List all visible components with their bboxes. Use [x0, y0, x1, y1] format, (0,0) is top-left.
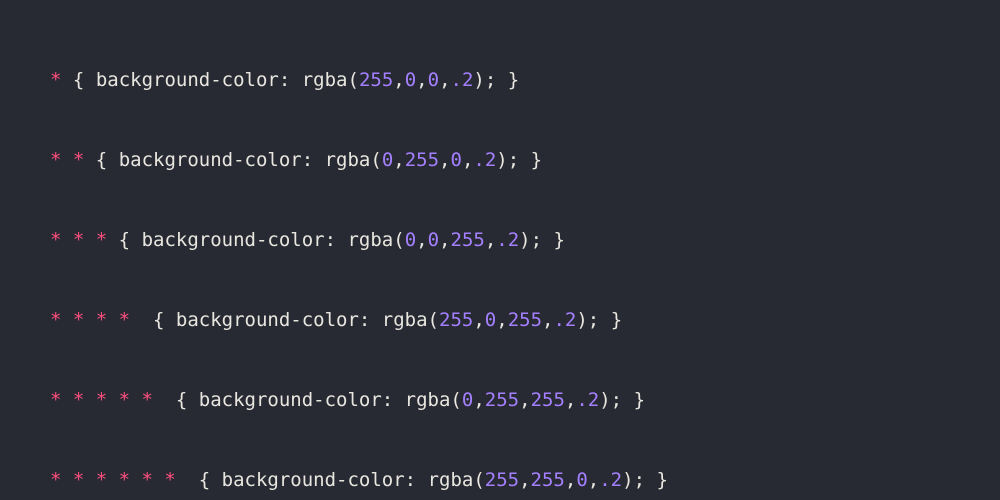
- num-b: 0: [576, 469, 587, 491]
- pad: [130, 309, 153, 331]
- comma: ,: [473, 309, 484, 331]
- num-b: 255: [531, 389, 565, 411]
- comma: ,: [542, 309, 553, 331]
- pad: [61, 69, 72, 91]
- num-r: 0: [462, 389, 473, 411]
- brace-close: }: [508, 69, 519, 91]
- func-close: );: [576, 309, 599, 331]
- num-b: 255: [508, 309, 542, 331]
- num-a: .2: [599, 469, 622, 491]
- func-open: rgba(: [382, 309, 439, 331]
- num-a: .2: [576, 389, 599, 411]
- comma: ,: [439, 229, 450, 251]
- num-b: 255: [451, 229, 485, 251]
- brace-close: }: [611, 309, 622, 331]
- pad: [107, 229, 118, 251]
- func-close: );: [599, 389, 622, 411]
- comma: ,: [439, 69, 450, 91]
- pad: [84, 149, 95, 171]
- property: background-color:: [119, 149, 313, 171]
- num-a: .2: [553, 309, 576, 331]
- num-r: 255: [439, 309, 473, 331]
- num-a: .2: [451, 69, 474, 91]
- num-r: 255: [485, 469, 519, 491]
- num-b: 0: [428, 69, 439, 91]
- func-close: );: [622, 469, 645, 491]
- num-g: 0: [405, 69, 416, 91]
- brace-open: {: [96, 149, 107, 171]
- brace-close: }: [531, 149, 542, 171]
- comma: ,: [519, 469, 530, 491]
- func-open: rgba(: [325, 149, 382, 171]
- brace-open: {: [153, 309, 164, 331]
- func-open: rgba(: [428, 469, 485, 491]
- property: background-color:: [176, 309, 370, 331]
- num-r: 0: [405, 229, 416, 251]
- comma: ,: [439, 149, 450, 171]
- func-close: );: [473, 69, 496, 91]
- func-close: );: [496, 149, 519, 171]
- brace-open: {: [73, 69, 84, 91]
- brace-open: {: [199, 469, 210, 491]
- property: background-color:: [96, 69, 290, 91]
- comma: ,: [393, 69, 404, 91]
- func-close: );: [519, 229, 542, 251]
- func-open: rgba(: [405, 389, 462, 411]
- comma: ,: [393, 149, 404, 171]
- brace-open: {: [176, 389, 187, 411]
- brace-open: {: [119, 229, 130, 251]
- num-b: 0: [451, 149, 462, 171]
- comma: ,: [416, 69, 427, 91]
- code-line: * * * * { background-color: rgba(255,0,2…: [50, 300, 950, 340]
- comma: ,: [519, 389, 530, 411]
- comma: ,: [462, 149, 473, 171]
- func-open: rgba(: [302, 69, 359, 91]
- brace-close: }: [554, 229, 565, 251]
- func-open: rgba(: [347, 229, 404, 251]
- code-line: * { background-color: rgba(255,0,0,.2); …: [50, 60, 950, 100]
- pad: [176, 469, 199, 491]
- num-a: .2: [496, 229, 519, 251]
- selector: * *: [50, 149, 84, 171]
- comma: ,: [565, 469, 576, 491]
- code-line: * * * * * * { background-color: rgba(255…: [50, 460, 950, 500]
- code-line: * * * * * { background-color: rgba(0,255…: [50, 380, 950, 420]
- comma: ,: [416, 229, 427, 251]
- comma: ,: [588, 469, 599, 491]
- comma: ,: [496, 309, 507, 331]
- code-line: * * { background-color: rgba(0,255,0,.2)…: [50, 140, 950, 180]
- property: background-color:: [142, 229, 336, 251]
- num-g: 0: [428, 229, 439, 251]
- brace-close: }: [656, 469, 667, 491]
- property: background-color:: [199, 389, 393, 411]
- num-r: 255: [359, 69, 393, 91]
- num-g: 255: [485, 389, 519, 411]
- code-line: * * * { background-color: rgba(0,0,255,.…: [50, 220, 950, 260]
- selector: * * * * *: [50, 389, 153, 411]
- selector: * * * * * *: [50, 469, 176, 491]
- property: background-color:: [222, 469, 416, 491]
- num-g: 255: [531, 469, 565, 491]
- num-g: 0: [485, 309, 496, 331]
- num-a: .2: [473, 149, 496, 171]
- comma: ,: [485, 229, 496, 251]
- brace-close: }: [634, 389, 645, 411]
- selector: * * *: [50, 229, 107, 251]
- comma: ,: [473, 389, 484, 411]
- selector: * * * *: [50, 309, 130, 331]
- selector: *: [50, 69, 61, 91]
- num-r: 0: [382, 149, 393, 171]
- num-g: 255: [405, 149, 439, 171]
- css-code-block: * { background-color: rgba(255,0,0,.2); …: [0, 0, 1000, 500]
- pad: [153, 389, 176, 411]
- comma: ,: [565, 389, 576, 411]
